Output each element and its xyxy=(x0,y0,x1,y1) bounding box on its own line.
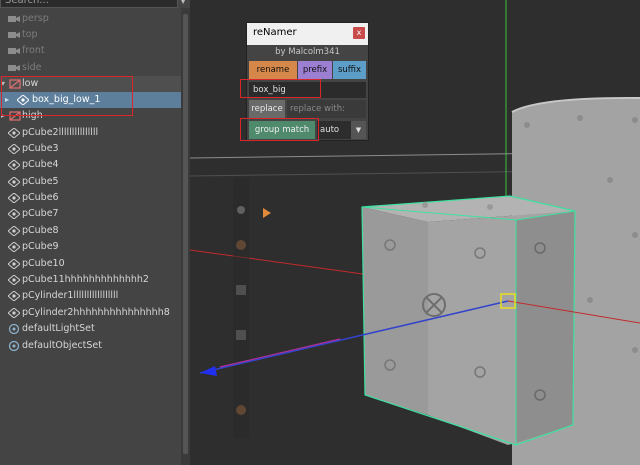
suffix-button[interactable]: suffix xyxy=(333,61,366,79)
outliner-group-low[interactable]: ▾ low xyxy=(0,76,181,92)
camera-icon xyxy=(236,330,246,340)
mesh-icon xyxy=(8,209,20,219)
mesh-icon xyxy=(8,242,20,252)
outliner-item-label: defaultLightSet xyxy=(22,323,95,334)
prefix-button[interactable]: prefix xyxy=(298,61,332,79)
outliner-item-mesh[interactable]: pCylinder2hhhhhhhhhhhhhhh8 xyxy=(0,305,181,321)
replace-button[interactable]: replace xyxy=(249,100,285,118)
set-icon xyxy=(8,341,20,351)
shading-icon xyxy=(236,285,246,295)
mesh-icon xyxy=(8,144,20,154)
box-big-mesh xyxy=(361,195,576,446)
x-axis-line xyxy=(190,249,371,276)
renamer-byline: by Malcolm341 xyxy=(275,47,340,57)
outliner-item-label: pCube9 xyxy=(22,241,59,252)
search-menu-arrow-icon[interactable]: ▼ xyxy=(180,0,188,6)
camera-icon xyxy=(8,48,20,54)
orange-arrow-icon xyxy=(263,208,271,218)
outliner-item-mesh[interactable]: pCube7 xyxy=(0,206,181,222)
outliner-item-label: low xyxy=(22,78,39,89)
mesh-icon xyxy=(8,177,20,187)
outliner-item-label: pCube6 xyxy=(22,192,59,203)
outliner-item-mesh[interactable]: pCube4 xyxy=(0,157,181,173)
outliner-item-camera-front[interactable]: front xyxy=(0,43,181,59)
outliner-item-label: top xyxy=(22,29,38,40)
replace-with-input[interactable]: replace with: xyxy=(287,100,366,118)
outliner-item-camera-persp[interactable]: persp xyxy=(0,11,181,27)
mesh-icon xyxy=(8,226,20,236)
mesh-icon xyxy=(8,128,20,138)
outliner-item-box-big-low-1[interactable]: ▸ box_big_low_1 xyxy=(0,92,181,108)
z-axis-arrow-icon xyxy=(200,366,217,376)
mesh-icon xyxy=(8,259,20,269)
outliner-item-label: pCube4 xyxy=(22,159,59,170)
outliner-item-mesh[interactable]: pCube9 xyxy=(0,239,181,255)
outliner-item-label: persp xyxy=(22,13,49,24)
outliner-item-set[interactable]: defaultLightSet xyxy=(0,321,181,337)
outliner-item-set[interactable]: defaultObjectSet xyxy=(0,338,181,354)
outliner-item-label: pCube7 xyxy=(22,208,59,219)
outliner-item-mesh[interactable]: pCube5 xyxy=(0,174,181,190)
viewport-toolstrip xyxy=(233,178,249,438)
outliner-item-mesh[interactable]: pCube10 xyxy=(0,256,181,272)
outliner-item-label: pCube8 xyxy=(22,225,59,236)
mesh-icon xyxy=(8,308,20,318)
mesh-icon xyxy=(8,160,20,170)
camera-icon xyxy=(8,16,20,22)
light-icon xyxy=(236,405,246,415)
group-match-button[interactable]: group match xyxy=(249,121,315,139)
dropdown-arrow-icon[interactable]: ▼ xyxy=(351,121,366,139)
outliner-item-label: box_big_low_1 xyxy=(32,94,101,105)
set-icon xyxy=(8,324,20,334)
outliner-item-mesh[interactable]: pCube2lllllllllllllll xyxy=(0,125,181,141)
camera-icon xyxy=(8,65,20,71)
outliner-scroll-thumb[interactable] xyxy=(183,14,188,454)
outliner-item-mesh[interactable]: pCube11hhhhhhhhhhhhh2 xyxy=(0,272,181,288)
outliner-search-input[interactable]: Search... xyxy=(0,0,178,8)
collapse-arrow-icon[interactable]: ▾ xyxy=(1,76,5,92)
outliner-item-label: front xyxy=(22,45,45,56)
close-button[interactable]: x xyxy=(353,27,365,39)
mesh-icon xyxy=(8,291,20,301)
outliner-item-camera-top[interactable]: top xyxy=(0,27,181,43)
visibility-icon xyxy=(237,206,245,214)
expand-arrow-icon[interactable]: ▸ xyxy=(1,108,5,124)
outliner-item-mesh[interactable]: pCube3 xyxy=(0,141,181,157)
mesh-icon xyxy=(17,95,29,105)
outliner-group-high[interactable]: ▸ high xyxy=(0,108,181,124)
light-icon xyxy=(236,240,246,250)
expand-arrow-icon[interactable]: ▸ xyxy=(5,92,9,108)
outliner-item-label: pCube11hhhhhhhhhhhhh2 xyxy=(22,274,149,285)
renamer-dialog: reNamer x by Malcolm341 rename prefix su… xyxy=(246,22,369,141)
outliner-item-label: defaultObjectSet xyxy=(22,340,102,351)
mesh-icon xyxy=(8,193,20,203)
outliner-item-mesh[interactable]: pCube6 xyxy=(0,190,181,206)
outliner-item-label: pCube5 xyxy=(22,176,59,187)
renamer-title: reNamer xyxy=(253,27,297,38)
outliner-item-label: pCube3 xyxy=(22,143,59,154)
outliner-item-mesh[interactable]: pCylinder1lllllllllllllllll xyxy=(0,288,181,304)
group-icon xyxy=(9,79,21,89)
outliner-item-label: pCube10 xyxy=(22,258,65,269)
outliner-item-label: pCube2lllllllllllllll xyxy=(22,127,99,138)
name-input[interactable]: box_big xyxy=(249,82,366,98)
outliner-item-mesh[interactable]: pCube8 xyxy=(0,223,181,239)
outliner-panel: Search... ▼ persp top front side ▾ low ▸… xyxy=(0,0,190,465)
outliner-item-camera-side[interactable]: side xyxy=(0,60,181,76)
group-icon xyxy=(9,111,21,121)
outliner-item-label: pCylinder2hhhhhhhhhhhhhhh8 xyxy=(22,307,170,318)
rename-button[interactable]: rename xyxy=(249,61,297,79)
outliner-item-label: high xyxy=(22,110,43,121)
renamer-titlebar[interactable]: reNamer x xyxy=(247,23,368,45)
mesh-icon xyxy=(8,275,20,285)
camera-icon xyxy=(8,32,20,38)
outliner-item-label: pCylinder1lllllllllllllllll xyxy=(22,290,119,301)
outliner-item-label: side xyxy=(22,62,42,73)
